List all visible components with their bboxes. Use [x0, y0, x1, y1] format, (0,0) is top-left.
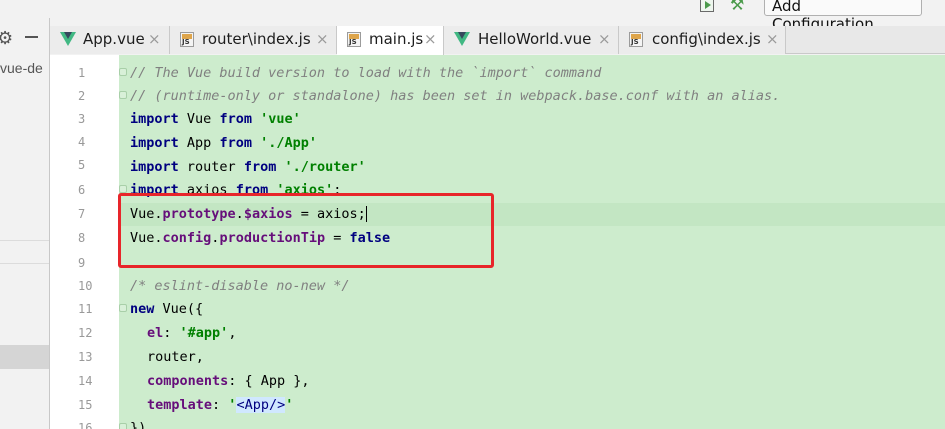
code-line: /* eslint-disable no-new */ [130, 278, 350, 294]
fold-marker-icon[interactable] [119, 304, 127, 312]
run-icon[interactable] [700, 0, 714, 12]
fold-marker-icon[interactable] [119, 68, 127, 76]
line-number-gutter: 1 2 3 4 5 6 7 8 9 10 11 12 13 14 15 16 [50, 55, 118, 429]
project-tree-item[interactable]: vue-de [0, 60, 43, 76]
project-sidebar: ⚙ vue-de [0, 18, 49, 429]
code-line: new Vue({ [130, 301, 204, 317]
line-number: 15 [78, 398, 93, 412]
line-number: 7 [78, 207, 86, 221]
close-icon[interactable]: × [424, 26, 437, 53]
selected-tree-row[interactable] [0, 345, 49, 369]
js-file-icon: JS [629, 32, 643, 47]
close-icon[interactable]: × [766, 26, 779, 53]
line-number: 4 [78, 135, 86, 149]
tab-label: router\index.js [202, 30, 311, 48]
collapse-icon[interactable] [25, 36, 38, 38]
vue-file-icon [60, 32, 76, 46]
main-toolbar: ⚒ Add Configuration... [0, 0, 945, 33]
line-number: 10 [78, 279, 93, 293]
tab-app-vue[interactable]: App.vue × [50, 26, 170, 54]
line-number: 1 [78, 66, 86, 80]
tab-main-js[interactable]: JS main.js × [337, 26, 444, 55]
line-number: 6 [78, 183, 86, 197]
close-icon[interactable]: × [148, 26, 161, 53]
fold-marker-icon[interactable] [119, 185, 127, 193]
tab-label: HelloWorld.vue [478, 30, 592, 48]
code-line: el: '#app', [147, 325, 237, 341]
line-number: 13 [78, 350, 93, 364]
line-number: 16 [78, 421, 93, 429]
editor-tab-bar: App.vue × JS router\index.js × JS main.j… [50, 26, 945, 55]
code-line: router, [147, 349, 204, 365]
js-file-icon: JS [180, 32, 194, 47]
code-line: }) [130, 420, 147, 429]
tab-config-index-js[interactable]: JS config\index.js × [619, 26, 786, 54]
code-line: // (runtime-only or standalone) has been… [130, 88, 781, 104]
line-number: 9 [78, 256, 86, 270]
fold-marker-icon[interactable] [119, 91, 127, 99]
tab-helloworld-vue[interactable]: HelloWorld.vue × [444, 26, 619, 54]
code-line: // The Vue build version to load with th… [130, 65, 602, 81]
js-file-icon: JS [347, 32, 361, 47]
line-number: 14 [78, 374, 93, 388]
line-number: 5 [78, 158, 86, 172]
line-number: 11 [78, 302, 93, 316]
add-configuration-button[interactable]: Add Configuration... [764, 0, 922, 33]
sidebar-divider [0, 263, 49, 264]
fold-marker-icon[interactable] [119, 423, 127, 429]
tab-label: main.js [369, 30, 424, 48]
line-number: 2 [78, 89, 86, 103]
code-line: template: '<App/>' [147, 397, 294, 413]
line-number: 12 [78, 326, 93, 340]
tab-label: config\index.js [652, 30, 761, 48]
close-icon[interactable]: × [598, 26, 611, 53]
tab-label: App.vue [83, 30, 145, 48]
line-number: 3 [78, 112, 86, 126]
sidebar-divider [0, 240, 49, 241]
vue-file-icon [454, 32, 470, 46]
gear-icon[interactable]: ⚙ [0, 28, 13, 49]
code-line: components: { App }, [147, 373, 310, 389]
close-icon[interactable]: × [316, 26, 329, 53]
code-line: import router from './router' [130, 159, 366, 175]
tab-router-index-js[interactable]: JS router\index.js × [170, 26, 337, 54]
hammer-icon[interactable]: ⚒ [730, 0, 748, 13]
line-number: 8 [78, 231, 86, 245]
code-line: import App from './App' [130, 135, 318, 151]
annotation-highlight-box [118, 193, 494, 268]
code-line: import Vue from 'vue' [130, 111, 301, 127]
